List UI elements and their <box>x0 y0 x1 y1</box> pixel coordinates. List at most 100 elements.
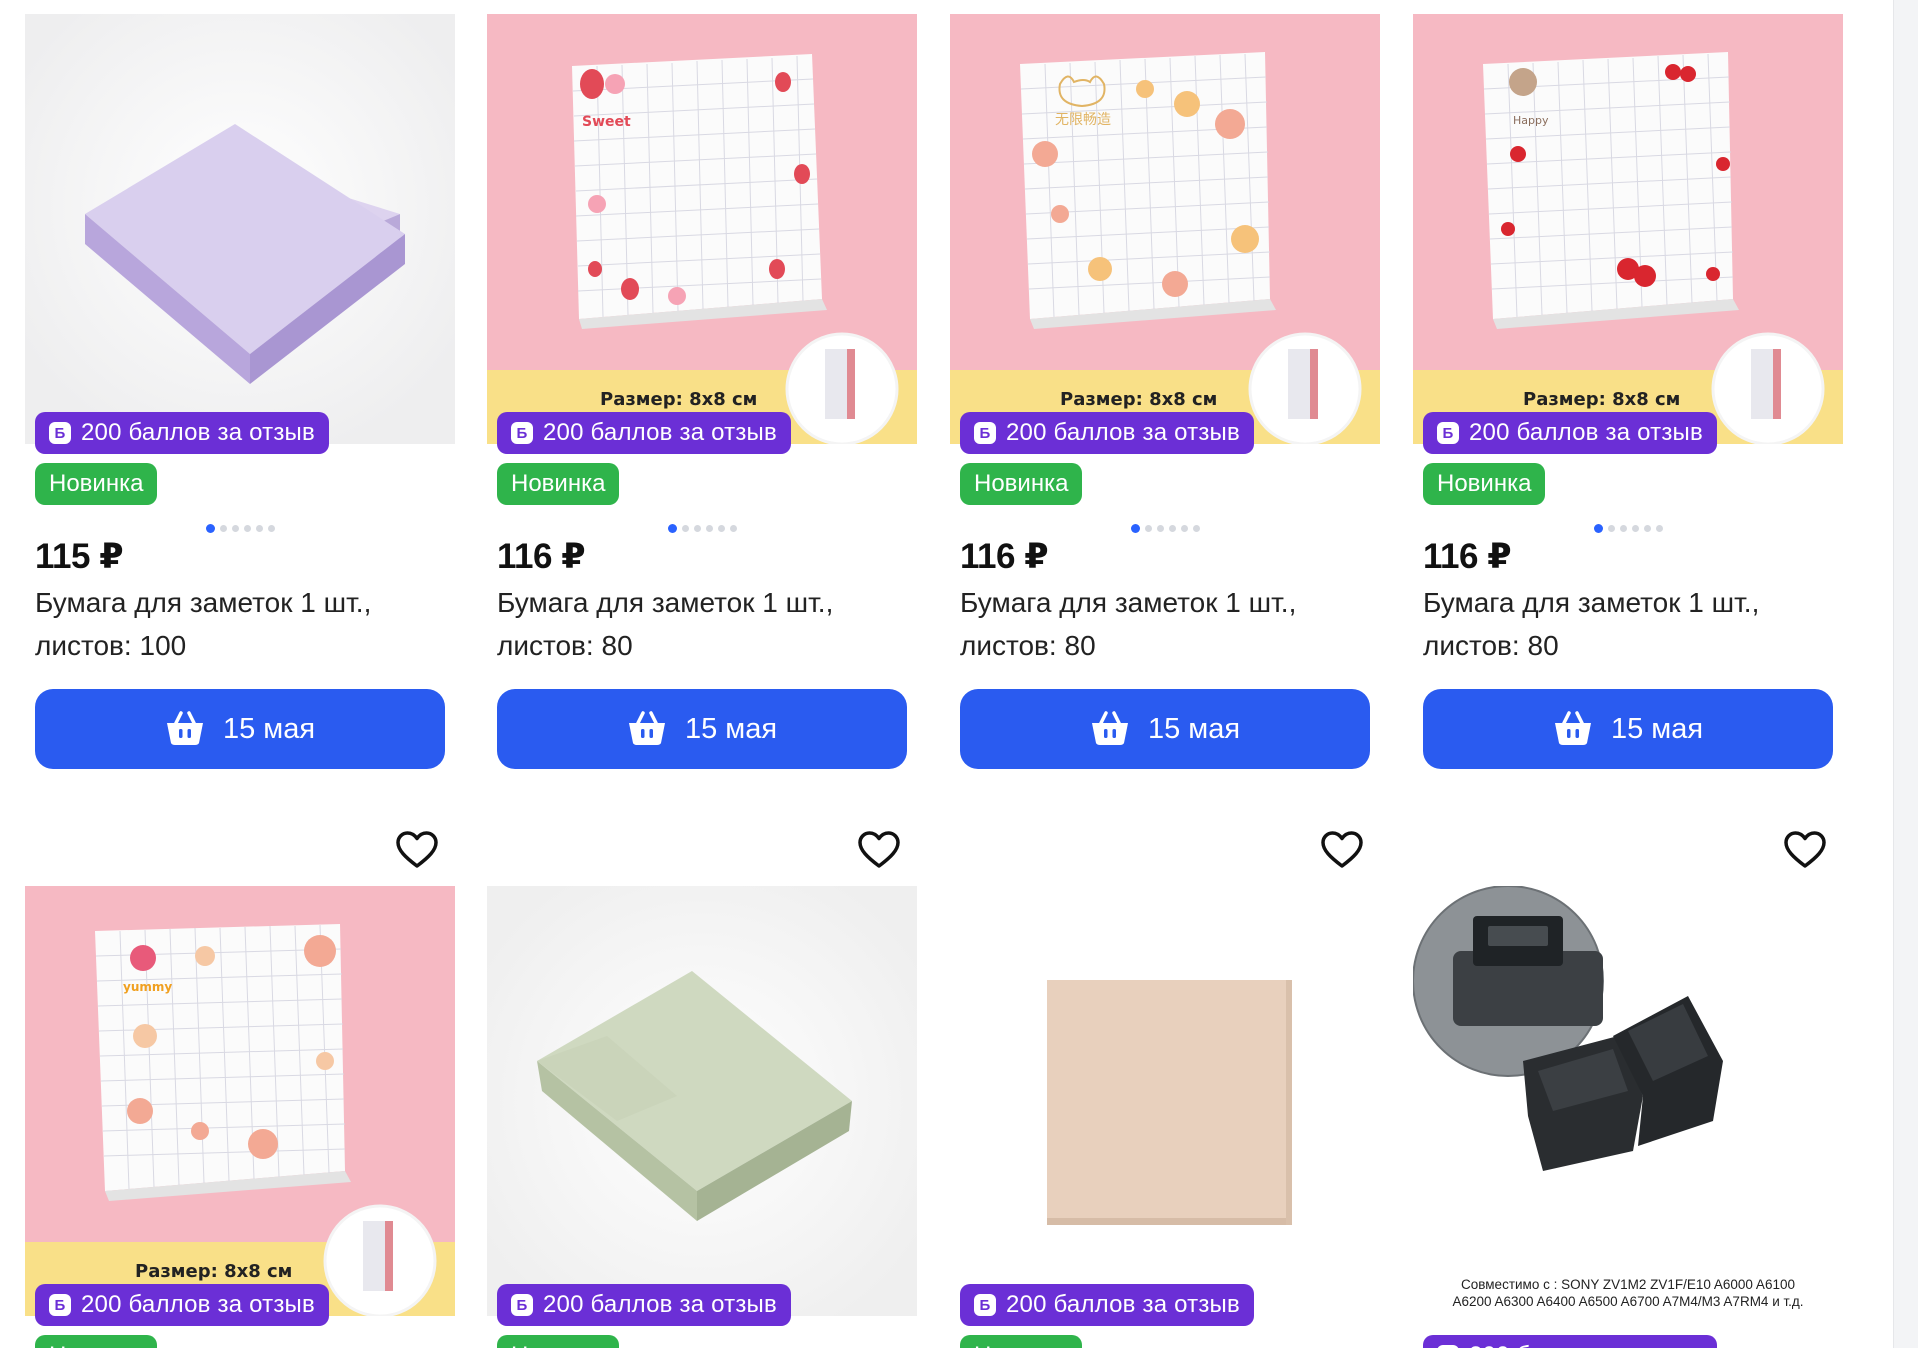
pagination-dot <box>1643 525 1651 532</box>
heart-icon[interactable] <box>1783 830 1827 870</box>
pagination-dot <box>243 525 251 532</box>
pagination-dot <box>205 524 215 533</box>
points-for-review-badge: Б 200 баллов за отзыв <box>497 412 791 454</box>
product-image[interactable] <box>1413 886 1843 1316</box>
product-card[interactable]: 无限畅造 Размер: 8х8 см Б 200 баллов за отзы… <box>950 14 1380 774</box>
image-pagination-dots <box>950 524 1380 533</box>
image-pagination-dots <box>487 524 917 533</box>
beige-notepad-image <box>950 886 1380 1316</box>
product-image[interactable] <box>487 886 917 1316</box>
delivery-date-label: 15 мая <box>1610 712 1704 745</box>
pagination-dot <box>1144 525 1152 532</box>
new-badge-label: Новинка <box>49 470 144 497</box>
points-badge-label: 200 баллов за отзыв <box>1469 419 1703 446</box>
pagination-dot <box>667 524 677 533</box>
points-badge-label: 200 баллов за отзыв <box>543 419 777 446</box>
heart-icon[interactable] <box>1320 830 1364 870</box>
new-badge: Новинка <box>497 1335 620 1348</box>
points-for-review-badge: Б 200 баллов за отзыв <box>1423 412 1717 454</box>
points-b-icon: Б <box>1437 422 1459 444</box>
product-card[interactable]: Б 200 баллов за отзыв Новинка 115 ₽ Бума… <box>25 14 455 774</box>
add-to-cart-button[interactable]: 15 мая <box>35 689 445 769</box>
product-price: 115 ₽ <box>35 537 124 576</box>
points-badge-label: 200 баллов за отзыв <box>1469 1342 1703 1348</box>
heart-icon[interactable] <box>857 830 901 870</box>
size-label: Размер: 8х8 см <box>600 389 757 410</box>
basket-icon <box>628 711 665 745</box>
points-badge-label: 200 баллов за отзыв <box>1006 1291 1240 1318</box>
chinese-caption-text: 无限畅造 <box>1055 112 1111 128</box>
new-badge-label: Новинка <box>974 1342 1068 1348</box>
new-badge-label: Новинка <box>49 1342 143 1348</box>
points-for-review-badge: Б 200 баллов за отзыв <box>960 1284 1254 1326</box>
new-badge: Новинка <box>35 1335 158 1348</box>
product-card[interactable]: Sweet Размер: 8х8 см Б 200 баллов за отз… <box>487 14 917 774</box>
new-badge: Новинка <box>1423 463 1546 505</box>
pagination-dot <box>717 525 725 532</box>
basket-icon <box>1554 711 1591 745</box>
product-image[interactable]: yummy Размер: 8х8 см <box>25 886 455 1316</box>
delivery-date-label: 15 мая <box>1147 712 1241 745</box>
yummy-text: yummy <box>123 980 172 994</box>
pagination-dot <box>1130 524 1140 533</box>
add-to-cart-button[interactable]: 15 мая <box>497 689 907 769</box>
new-badge-label: Новинка <box>511 1342 605 1348</box>
product-image[interactable] <box>25 14 455 444</box>
product-price: 116 ₽ <box>497 537 586 576</box>
heart-icon[interactable] <box>395 830 439 870</box>
strawberry-notepad-image: Sweet Размер: 8х8 см <box>487 14 917 444</box>
peach-yummy-notepad-image: yummy Размер: 8х8 см <box>25 886 455 1316</box>
page-scrollbar[interactable] <box>1893 0 1918 1348</box>
pagination-dot <box>1156 525 1164 532</box>
basket-icon <box>166 711 203 745</box>
pagination-dot <box>1607 525 1615 532</box>
lilac-notepad-image <box>25 14 455 444</box>
points-b-icon: Б <box>974 1294 996 1316</box>
points-b-icon: Б <box>974 422 996 444</box>
product-title-line: Бумага для заметок 1 шт., <box>960 587 1297 618</box>
points-badge-label: 200 баллов за отзыв <box>543 1291 777 1318</box>
points-for-review-badge: Б 200 баллов за отзыв <box>497 1284 791 1326</box>
product-card[interactable]: Б 200 баллов за отзыв Новинка <box>487 820 917 1348</box>
new-badge-label: Новинка <box>511 470 606 497</box>
green-notepad-image <box>487 886 917 1316</box>
delivery-date-label: 15 мая <box>222 712 316 745</box>
cherry-notepad-image: Happy Размер: 8х8 см <box>1413 14 1843 444</box>
pagination-dot <box>693 525 701 532</box>
points-b-icon: Б <box>511 422 533 444</box>
sweet-text: Sweet <box>582 114 631 130</box>
product-title-line: листов: 80 <box>960 630 1096 661</box>
pagination-dot <box>255 525 263 532</box>
product-title[interactable]: Бумага для заметок 1 шт., листов: 80 <box>497 581 917 667</box>
image-pagination-dots <box>25 524 455 533</box>
product-image[interactable]: Sweet Размер: 8х8 см <box>487 14 917 444</box>
product-card[interactable]: Совместимо с : SONY ZV1M2 ZV1F/E10 A6000… <box>1413 820 1843 1348</box>
new-badge: Новинка <box>960 463 1083 505</box>
product-title[interactable]: Бумага для заметок 1 шт., листов: 80 <box>1423 581 1843 667</box>
add-to-cart-button[interactable]: 15 мая <box>1423 689 1833 769</box>
new-badge: Новинка <box>35 463 158 505</box>
size-label: Размер: 8х8 см <box>1523 389 1680 410</box>
add-to-cart-button[interactable]: 15 мая <box>960 689 1370 769</box>
product-title[interactable]: Бумага для заметок 1 шт., листов: 80 <box>960 581 1380 667</box>
new-badge: Новинка <box>497 463 620 505</box>
pagination-dot <box>267 525 275 532</box>
product-card[interactable]: Б 200 баллов за отзыв Новинка <box>950 820 1380 1348</box>
hot-shoe-cover-image <box>1413 886 1843 1316</box>
product-title-line: листов: 80 <box>1423 630 1559 661</box>
product-title[interactable]: Бумага для заметок 1 шт., листов: 100 <box>35 581 455 667</box>
pagination-dot <box>681 525 689 532</box>
product-card[interactable]: Happy Размер: 8х8 см Б 200 баллов за отз… <box>1413 14 1843 774</box>
pagination-dot <box>1168 525 1176 532</box>
happy-text: Happy <box>1513 114 1549 127</box>
points-b-icon: Б <box>49 422 71 444</box>
product-image[interactable] <box>950 886 1380 1316</box>
product-image[interactable]: 无限畅造 Размер: 8х8 см <box>950 14 1380 444</box>
basket-icon <box>1091 711 1128 745</box>
points-for-review-badge: Б 200 баллов за отзыв <box>35 412 329 454</box>
points-for-review-badge: Б 200 баллов за отзыв <box>35 1284 329 1326</box>
product-card[interactable]: yummy Размер: 8х8 см Б 200 баллов за отз… <box>25 820 455 1348</box>
points-badge-label: 200 баллов за отзыв <box>81 1291 315 1318</box>
product-image[interactable]: Happy Размер: 8х8 см <box>1413 14 1843 444</box>
product-grid-page: Б 200 баллов за отзыв Новинка 115 ₽ Бума… <box>0 0 1918 1348</box>
